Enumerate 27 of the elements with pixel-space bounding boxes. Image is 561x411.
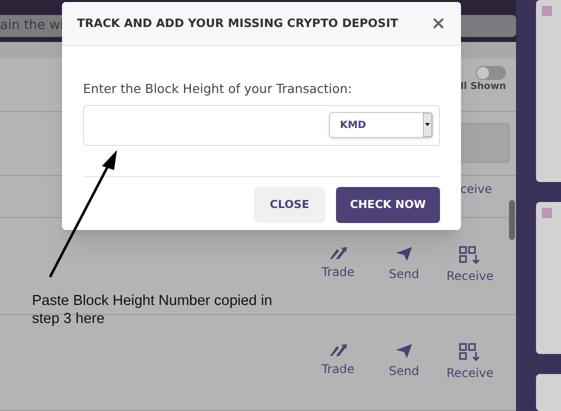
paper-plane-icon — [395, 342, 413, 359]
square-icon — [542, 208, 552, 218]
toggle-switch[interactable] — [476, 66, 506, 80]
action-button[interactable]: Trade — [314, 342, 362, 410]
square-icon — [542, 6, 552, 16]
modal-title: TRACK AND ADD YOUR MISSING CRYPTO DEPOSIT — [77, 14, 398, 32]
close-button[interactable]: CLOSE — [254, 186, 325, 223]
action-button[interactable]: Receive — [446, 342, 494, 410]
action-label[interactable]: ceive — [460, 180, 492, 218]
slashes-icon — [328, 342, 348, 357]
action-button[interactable]: Receive — [446, 246, 494, 314]
action-button[interactable]: Trade — [314, 246, 362, 314]
slashes-icon — [328, 246, 348, 260]
dropdown-caret-icon — [423, 113, 432, 138]
coin-select[interactable]: KMD — [329, 112, 433, 138]
annotation-text: Paste Block Height Number copied in step 3 here — [32, 292, 274, 328]
qr-code-icon — [459, 246, 481, 264]
toggle-label: ll Shown — [460, 80, 506, 94]
scroll-thumb[interactable] — [509, 200, 515, 240]
block-height-field[interactable]: KMD — [83, 104, 440, 146]
card — [536, 374, 561, 411]
action-button[interactable]: Send — [380, 342, 428, 410]
qr-code-icon — [459, 342, 481, 361]
check-now-button[interactable]: CHECK NOW — [336, 186, 440, 223]
paper-plane-icon — [395, 246, 413, 262]
action-button[interactable]: Send — [380, 246, 428, 314]
field-label: Enter the Block Height of your Transaction: — [83, 80, 353, 98]
